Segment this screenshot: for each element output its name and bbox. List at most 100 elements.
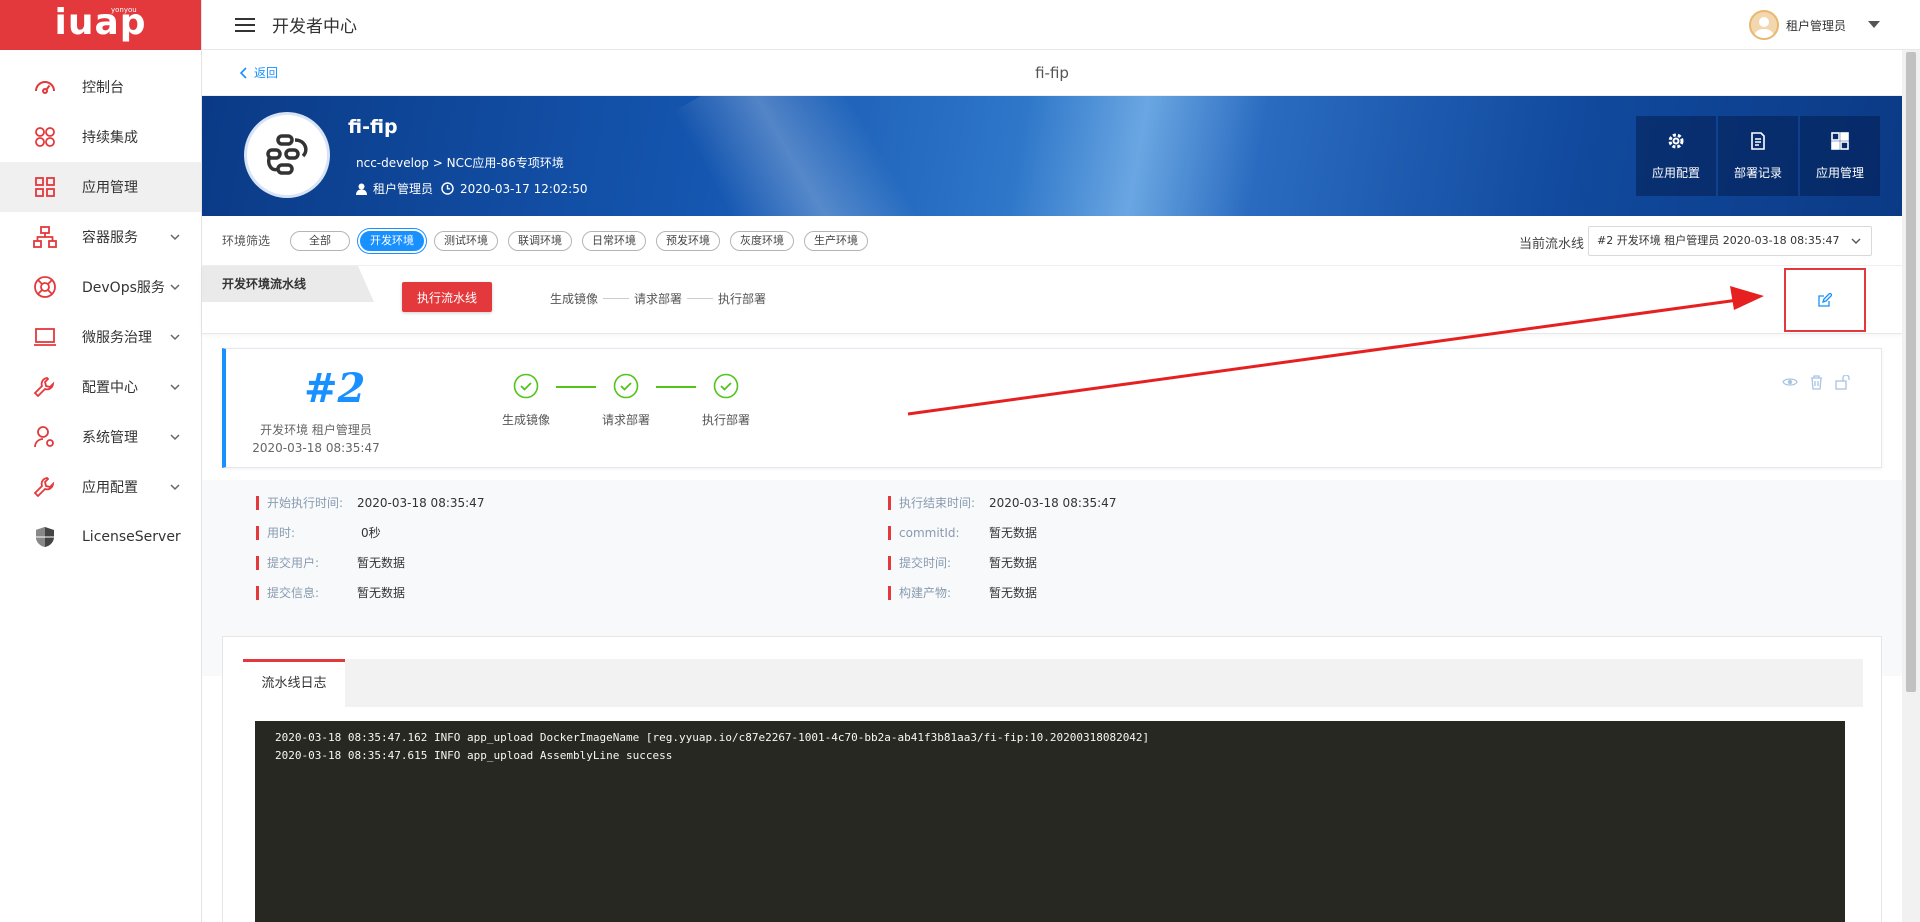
top-bar: 开发者中心 租户管理员 (202, 0, 1920, 50)
trash-icon[interactable] (1810, 375, 1823, 394)
pipeline-step: 请求部署 (634, 292, 683, 306)
sidebar-item-system[interactable]: 系统管理 (0, 412, 201, 462)
env-chip-test[interactable]: 测试环境 (434, 230, 499, 251)
sidebar-item-app-config[interactable]: 应用配置 (0, 462, 201, 512)
ci-icon (32, 124, 58, 150)
sidebar-item-app-management[interactable]: 应用管理 (0, 162, 201, 212)
pipeline-step: 执行部署 (718, 292, 767, 306)
app-banner: fi-fip ncc-develop > NCC应用-86专项环境 租户管理员 … (202, 96, 1902, 216)
detail-marker (256, 525, 259, 540)
stage-connector (656, 386, 696, 388)
gear-icon (1668, 133, 1684, 148)
current-pipeline-select[interactable]: #2 开发环境 租户管理员 2020-03-18 08:35:47 (1588, 226, 1872, 256)
lifebuoy-icon (32, 274, 58, 300)
chevron-down-icon (170, 234, 180, 241)
banner-button-label: 应用配置 (1651, 165, 1700, 180)
detail-commit-message: 提交信息: 暂无数据 (256, 584, 405, 601)
detail-commit-id: commitId: 暂无数据 (888, 524, 1037, 541)
env-chip-gray[interactable]: 灰度环境 (730, 230, 795, 251)
banner-button-label: 部署记录 (1733, 165, 1782, 180)
iuap-logo[interactable]: iuap yonyou (0, 0, 201, 50)
banner-button-label: 应用管理 (1815, 165, 1864, 180)
sidebar-item-dashboard[interactable]: 控制台 (0, 62, 201, 112)
app-management-button[interactable]: 应用管理 (1800, 116, 1880, 196)
stage-build-image[interactable]: 生成镜像 (496, 373, 556, 428)
deploy-records-button[interactable]: 部署记录 (1718, 116, 1798, 196)
sidebar-item-license[interactable]: LicenseServer (0, 512, 201, 562)
sidebar-item-container[interactable]: 容器服务 (0, 212, 201, 262)
clock-icon (441, 182, 454, 195)
run-number: #2 (304, 365, 366, 412)
detail-value: 2020-03-18 08:35:47 (357, 495, 485, 510)
avatar (1748, 10, 1779, 40)
back-button[interactable]: 返回 (240, 64, 278, 81)
env-chip-integration[interactable]: 联调环境 (508, 230, 573, 251)
tab-pipeline-log[interactable]: 流水线日志 (243, 659, 345, 707)
step-connector (687, 298, 714, 299)
detail-key: 提交信息: (267, 586, 320, 600)
unlock-icon[interactable] (1835, 374, 1851, 394)
sidebar-item-ci[interactable]: 持续集成 (0, 112, 201, 162)
env-chip-prod[interactable]: 生产环境 (804, 230, 869, 251)
stage-connector (556, 386, 596, 388)
laptop-icon (32, 324, 58, 350)
run-time: 2020-03-18 08:35:47 (252, 441, 380, 455)
detail-marker (888, 585, 891, 600)
dashboard-icon (32, 74, 58, 100)
back-label: 返回 (254, 66, 279, 80)
log-console[interactable]: 2020-03-18 08:35:47.162 INFO app_upload … (255, 721, 1845, 922)
view-icon[interactable] (1782, 375, 1798, 394)
app-name: fi-fip (348, 116, 398, 138)
env-chip-pre[interactable]: 预发环境 (656, 230, 721, 251)
check-circle-icon (713, 373, 739, 399)
sidebar-item-label: 配置中心 (82, 380, 138, 396)
app-title: 开发者中心 (272, 17, 357, 37)
stage-label: 执行部署 (701, 413, 750, 427)
sidebar-item-microservice[interactable]: 微服务治理 (0, 312, 201, 362)
pipeline-tab[interactable]: 开发环境流水线 (202, 266, 374, 302)
pipeline-step: 生成镜像 (550, 292, 599, 306)
run-stages: 生成镜像 请求部署 执行部署 (496, 373, 756, 428)
detail-commit-user: 提交用户: 暂无数据 (256, 554, 405, 571)
edit-pipeline-button[interactable] (1784, 268, 1866, 332)
hamburger-menu-icon[interactable] (234, 17, 256, 33)
app-created-time: 2020-03-17 12:02:50 (460, 181, 588, 196)
stage-execute-deploy[interactable]: 执行部署 (696, 373, 756, 428)
page-header: 返回 fi-fip (202, 50, 1902, 96)
env-chip-dev[interactable]: 开发环境 (360, 230, 425, 251)
detail-marker (256, 585, 259, 600)
page-scrollbar[interactable] (1902, 50, 1920, 922)
detail-marker (256, 555, 259, 570)
pipeline-log-card: 流水线日志 2020-03-18 08:35:47.162 INFO app_u… (222, 636, 1882, 922)
sidebar-item-label: 系统管理 (82, 430, 138, 446)
app-breadcrumb: ncc-develop > NCC应用-86专项环境 (356, 156, 564, 170)
user-menu[interactable]: 租户管理员 (1748, 10, 1880, 40)
run-card[interactable]: #2 开发环境 租户管理员 2020-03-18 08:35:47 生成镜像 请… (222, 348, 1882, 468)
env-chip-all[interactable]: 全部 (290, 230, 351, 251)
log-tab-bar: 流水线日志 (243, 659, 1863, 707)
sidebar-item-devops[interactable]: DevOps服务 (0, 262, 201, 312)
grid-icon (32, 174, 58, 200)
current-pipeline-label: 当前流水线 (1518, 237, 1584, 252)
scrollbar-thumb[interactable] (1906, 52, 1916, 692)
banner-actions: 应用配置 部署记录 应用管理 (1634, 116, 1880, 196)
detail-end-time: 执行结束时间: 2020-03-18 08:35:47 (888, 494, 1116, 511)
stage-request-deploy[interactable]: 请求部署 (596, 373, 656, 428)
sidebar-item-label: 容器服务 (82, 230, 138, 246)
sidebar-item-config-center[interactable]: 配置中心 (0, 362, 201, 412)
run-pipeline-button[interactable]: 执行流水线 (402, 282, 492, 312)
user-name: 租户管理员 (1785, 18, 1846, 33)
sidebar-item-label: 微服务治理 (82, 330, 152, 346)
sidebar-item-label: LicenseServer (82, 529, 181, 545)
user-icon (356, 183, 367, 195)
check-circle-icon (613, 373, 639, 399)
sidebar-item-label: 持续集成 (82, 130, 138, 146)
app-logo-icon (244, 112, 330, 198)
edit-icon (1818, 293, 1832, 307)
env-chip-daily[interactable]: 日常环境 (582, 230, 647, 251)
pipeline-row: 开发环境流水线 执行流水线 生成镜像 请求部署 执行部署 (202, 266, 1902, 334)
app-config-button[interactable]: 应用配置 (1636, 116, 1716, 196)
chevron-down-icon (170, 334, 180, 341)
chevron-down-icon (1851, 238, 1861, 244)
check-circle-icon (513, 373, 539, 399)
